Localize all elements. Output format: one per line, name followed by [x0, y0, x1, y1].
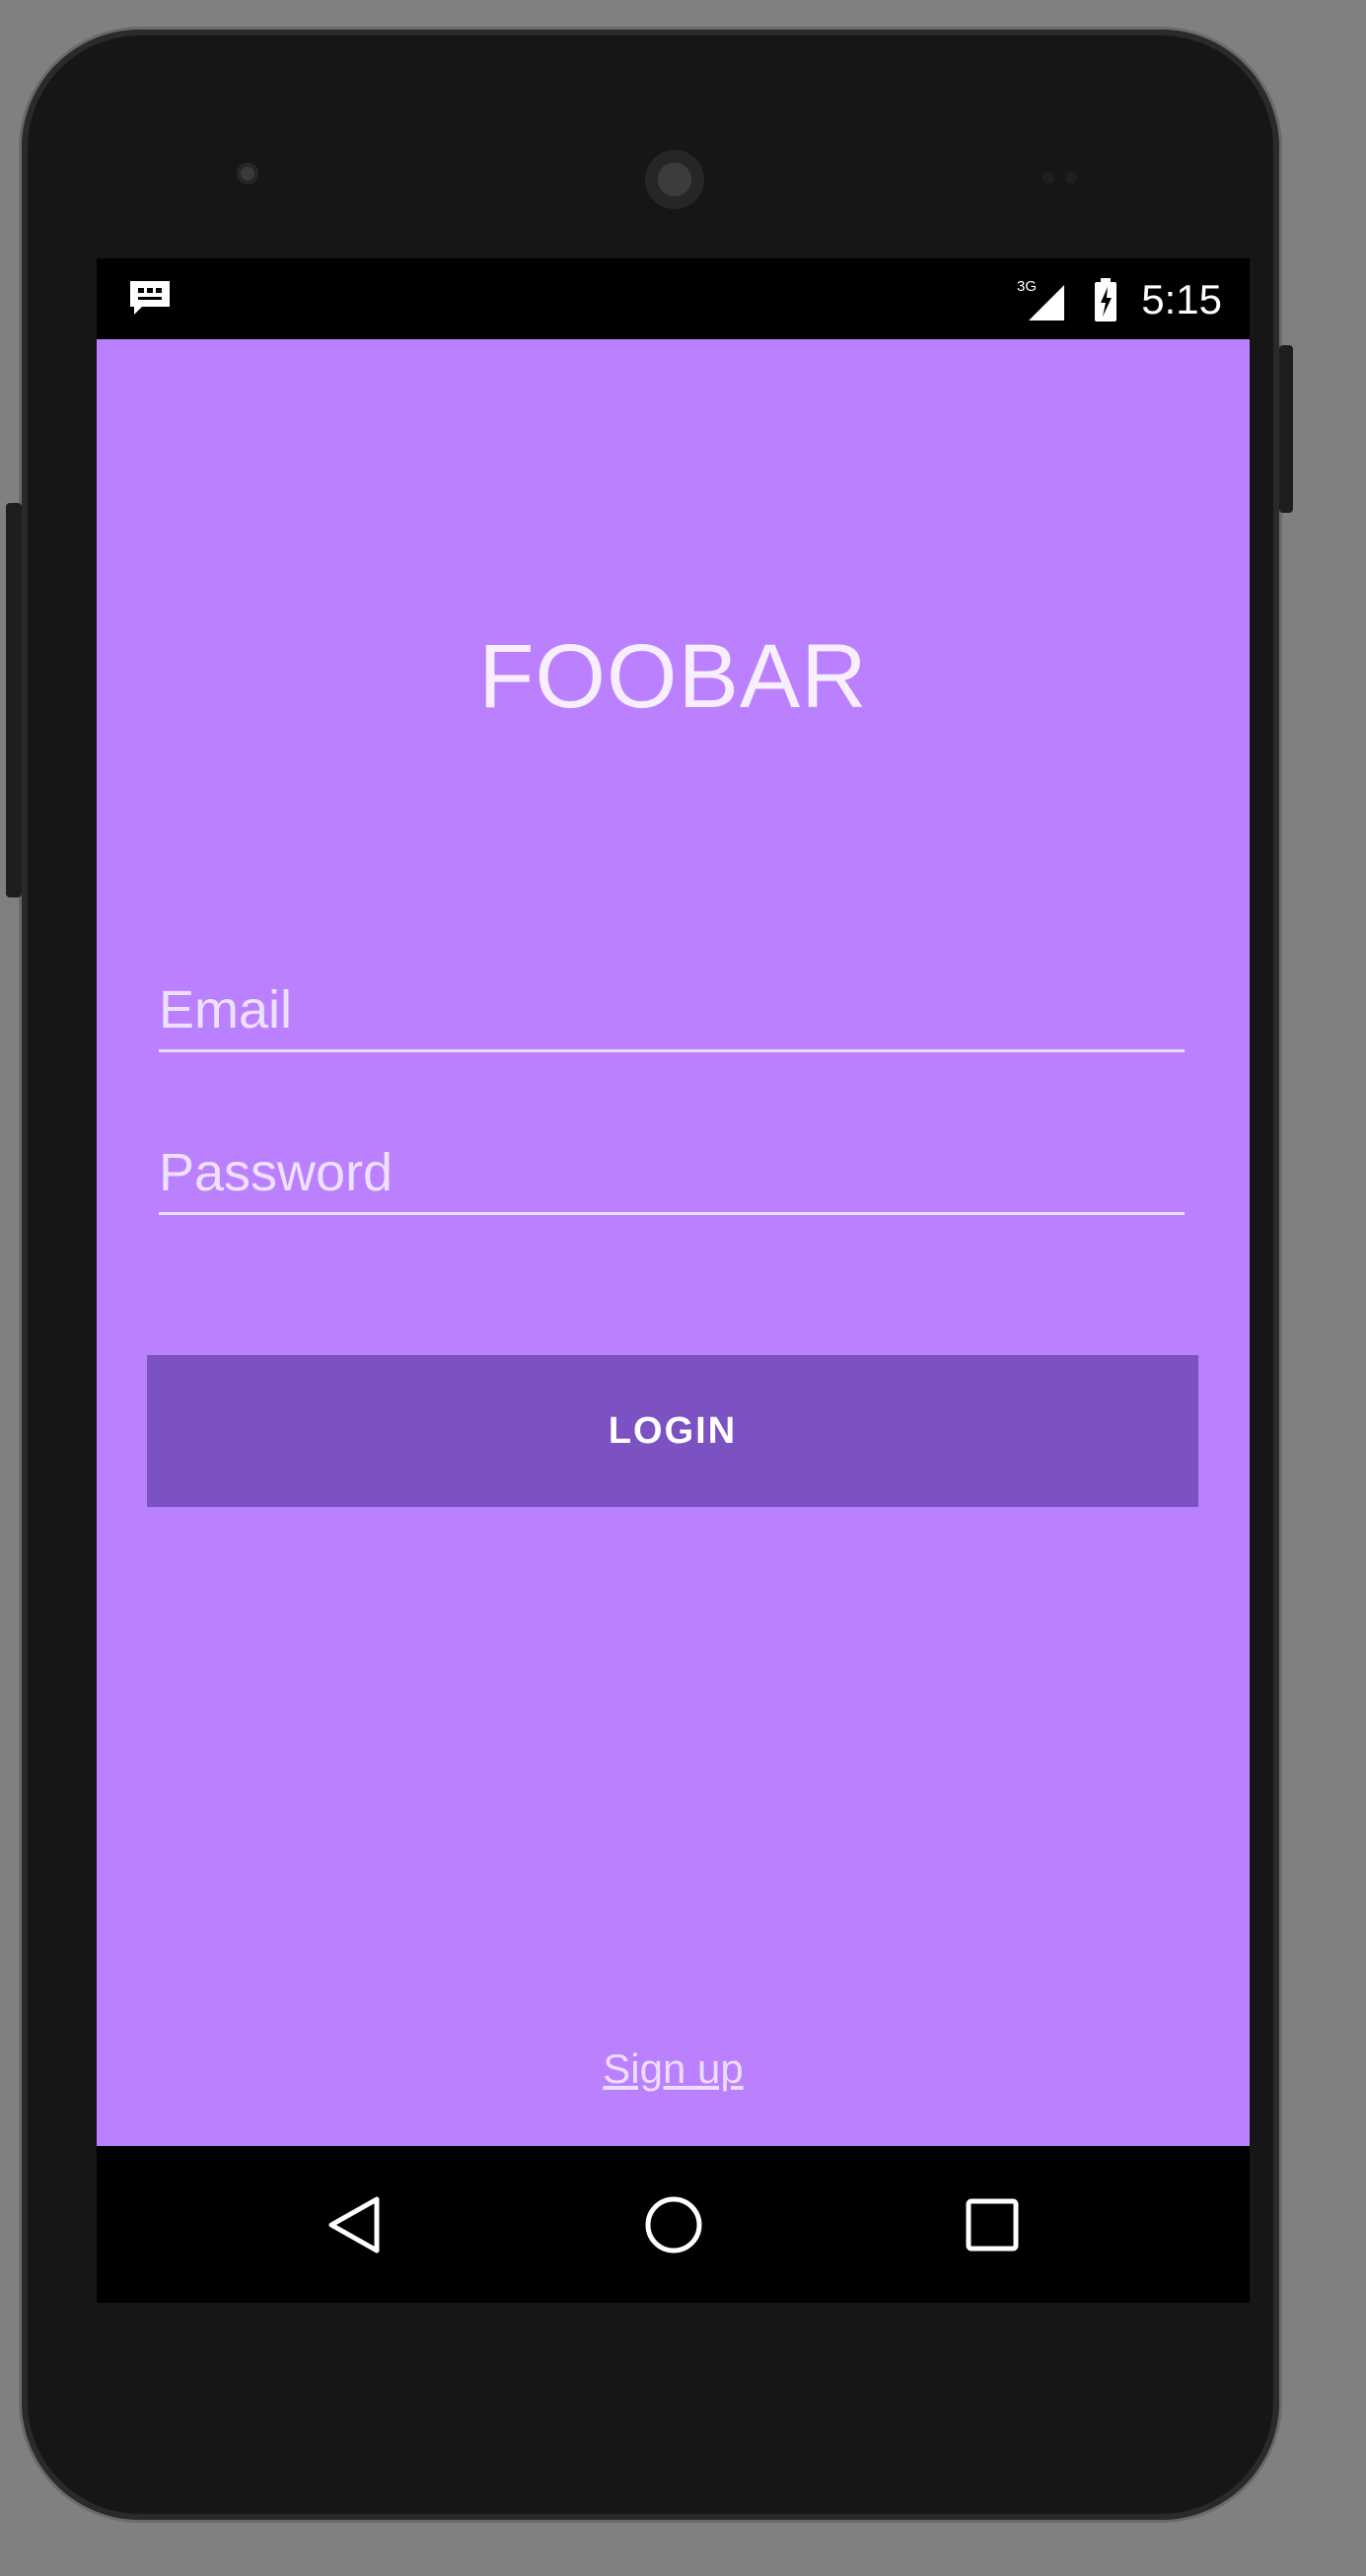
volume-button [6, 503, 22, 897]
status-bar: 3G 5:15 [97, 258, 1250, 339]
phone-frame: 3G 5:15 FOOBAR LOGIN Sign up [6, 30, 1293, 2520]
password-field [159, 1133, 1185, 1215]
svg-text:3G: 3G [1017, 278, 1037, 295]
back-icon[interactable] [322, 2193, 391, 2256]
app-title: FOOBAR [478, 626, 868, 727]
light-sensor [1065, 172, 1077, 183]
navigation-bar [97, 2146, 1250, 2303]
message-notification-icon [130, 281, 170, 315]
signal-3g-icon: 3G [1017, 278, 1065, 321]
battery-charging-icon [1095, 278, 1117, 322]
status-clock: 5:15 [1141, 276, 1222, 322]
status-icons: 3G 5:15 [1017, 272, 1222, 327]
recents-icon[interactable] [958, 2193, 1027, 2256]
front-camera [237, 163, 258, 184]
login-screen: FOOBAR LOGIN Sign up [97, 339, 1250, 2146]
home-icon[interactable] [639, 2193, 708, 2256]
power-button [1279, 345, 1293, 513]
proximity-sensor [1042, 172, 1054, 183]
email-input[interactable] [159, 970, 1185, 1049]
signup-link[interactable]: Sign up [97, 2045, 1250, 2093]
earpiece-speaker [645, 150, 704, 209]
screen: 3G 5:15 FOOBAR LOGIN Sign up [97, 258, 1250, 2303]
email-field [159, 970, 1185, 1052]
login-button[interactable]: LOGIN [147, 1355, 1198, 1507]
password-input[interactable] [159, 1133, 1185, 1212]
